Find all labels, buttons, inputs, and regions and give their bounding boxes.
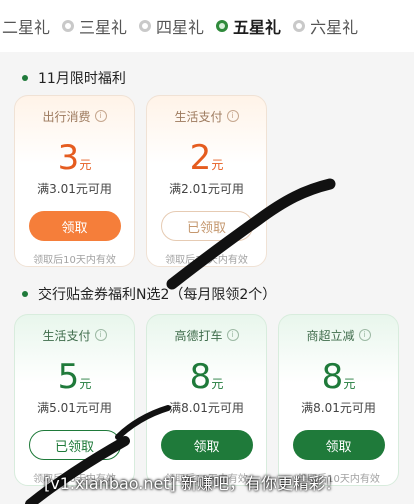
info-icon[interactable]: i (226, 329, 239, 341)
bullet-icon (22, 291, 28, 297)
coupon-amount: 8元 (189, 357, 224, 397)
validity-note: 领取后10天内有效 (33, 255, 116, 266)
info-icon[interactable]: i (358, 329, 371, 341)
claim-button[interactable]: 领取 (28, 211, 121, 241)
coupon-amount: 2元 (189, 138, 224, 178)
claimed-button[interactable]: 已领取 (160, 211, 253, 241)
coupon-condition: 满5.01元可用 (37, 401, 112, 415)
coupon-condition: 满2.01元可用 (169, 182, 244, 196)
star-dot-icon (293, 20, 306, 32)
watermark-text: [v1.xianbao.net] 新赚吧，有你更精彩！ (44, 474, 341, 493)
tab-two-star[interactable]: 二星礼 (0, 14, 60, 38)
coupon-amount: 8元 (321, 357, 356, 397)
star-dot-icon (139, 20, 152, 32)
star-tabs: 二星礼 三星礼 四星礼 五星礼 六星礼 (0, 0, 414, 52)
coupon-amount: 5元 (57, 357, 92, 397)
tab-three-star[interactable]: 三星礼 (52, 14, 137, 38)
tab-label: 二星礼 (2, 18, 51, 37)
card-header: 出行消费 i (15, 96, 134, 136)
info-icon[interactable]: i (94, 110, 107, 122)
coupon-card-living-2: 生活支付 i 5元 满5.01元可用 已领取 领取后10天内有效 (14, 314, 135, 486)
coupon-condition: 满8.01元可用 (301, 401, 376, 415)
info-icon[interactable]: i (226, 110, 239, 122)
tab-label: 六星礼 (310, 18, 359, 37)
tab-label: 三星礼 (79, 18, 128, 37)
validity-note: 领取后10天内有效 (165, 255, 248, 266)
coupon-amount: 3元 (57, 138, 92, 178)
section-title-text: 11月限时福利 (38, 71, 126, 87)
section-title-coupons: 交行贴金券福利N选2（每月限领2个） (22, 284, 276, 304)
tab-four-star[interactable]: 四星礼 (129, 14, 214, 38)
claim-button[interactable]: 领取 (160, 430, 253, 460)
claimed-button[interactable]: 已领取 (28, 430, 121, 460)
coupon-card-living: 生活支付 i 2元 满2.01元可用 已领取 领取后10天内有效 (146, 95, 267, 267)
info-icon[interactable]: i (94, 329, 107, 341)
tab-label: 四星礼 (156, 18, 205, 37)
claim-button[interactable]: 领取 (292, 430, 385, 460)
card-header: 生活支付 i (15, 315, 134, 355)
bullet-icon (22, 75, 28, 81)
tab-five-star[interactable]: 五星礼 (206, 14, 291, 38)
section-title-text: 交行贴金券福利N选2（每月限领2个） (38, 287, 277, 303)
star-dot-icon (216, 20, 229, 32)
tab-six-star[interactable]: 六星礼 (283, 14, 368, 38)
card-header: 生活支付 i (147, 96, 266, 136)
card-header: 高德打车 i (147, 315, 266, 355)
coupon-card-travel: 出行消费 i 3元 满3.01元可用 领取 领取后10天内有效 (14, 95, 135, 267)
card-header: 商超立减 i (279, 315, 398, 355)
coupon-condition: 满3.01元可用 (37, 182, 112, 196)
coupon-card-gaode: 高德打车 i 8元 满8.01元可用 领取 领取后10天内有效 (146, 314, 267, 486)
star-dot-icon (62, 20, 75, 32)
coupon-card-supermarket: 商超立减 i 8元 满8.01元可用 领取 领取后10天内有效 (278, 314, 399, 486)
section-title-november: 11月限时福利 (22, 68, 126, 88)
coupon-condition: 满8.01元可用 (169, 401, 244, 415)
tab-label: 五星礼 (233, 18, 282, 37)
